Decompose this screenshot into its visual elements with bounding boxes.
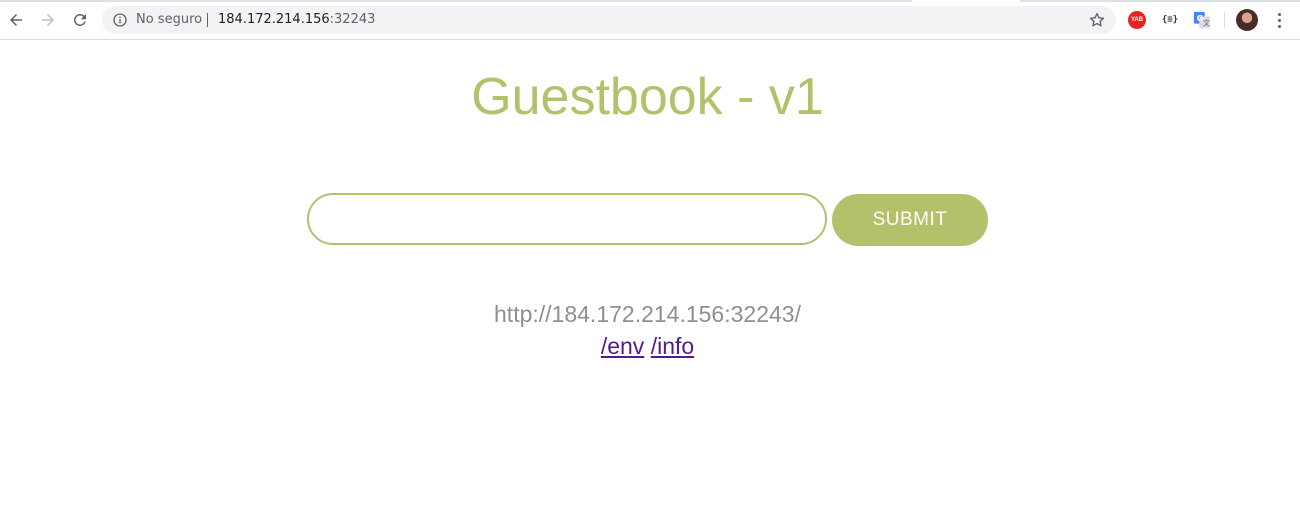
tab-strip [0, 0, 1300, 2]
omnibox-separator [207, 13, 208, 27]
active-tab-edge [912, 0, 1020, 2]
address-bar[interactable]: No seguro 184.172.214.156:32243 [102, 6, 1116, 34]
forward-arrow-icon [42, 14, 54, 26]
menu-icon[interactable] [1270, 8, 1288, 32]
forward-button[interactable] [36, 8, 60, 32]
url-host: 184.172.214.156 [218, 12, 330, 27]
info-icon[interactable] [112, 12, 128, 28]
back-arrow-icon [10, 14, 22, 26]
env-link[interactable]: /env [601, 333, 644, 359]
profile-avatar[interactable] [1236, 9, 1258, 31]
host-address: http://184.172.214.156:32243/ [494, 301, 801, 327]
submit-button[interactable]: SUBMIT [832, 194, 988, 246]
svg-text:文: 文 [1203, 18, 1210, 27]
toolbar-divider [1224, 12, 1225, 28]
json-viewer-extension-icon[interactable]: {≡} [1160, 10, 1180, 30]
yab-extension-icon[interactable]: YAB [1128, 11, 1146, 29]
guestbook-entry-input[interactable] [307, 193, 827, 245]
url-port: :32243 [329, 12, 376, 27]
link-row: /env /info [0, 332, 1295, 360]
browser-toolbar: No seguro 184.172.214.156:32243 YAB {≡} … [0, 0, 1300, 40]
translate-glyph-icon: G 文 [1193, 11, 1210, 29]
page-title: Guestbook - v1 [471, 68, 824, 126]
translate-icon[interactable]: G 文 [1192, 10, 1212, 30]
url-text[interactable]: 184.172.214.156:32243 [218, 12, 375, 28]
menu-dot [1277, 12, 1281, 16]
menu-dot [1277, 18, 1281, 22]
back-button[interactable] [4, 8, 28, 32]
menu-dot [1277, 24, 1281, 28]
security-label[interactable]: No seguro [136, 12, 202, 28]
star-icon[interactable] [1088, 11, 1106, 29]
reload-button[interactable] [68, 8, 92, 32]
reload-icon [73, 13, 86, 26]
info-link[interactable]: /info [651, 333, 694, 359]
